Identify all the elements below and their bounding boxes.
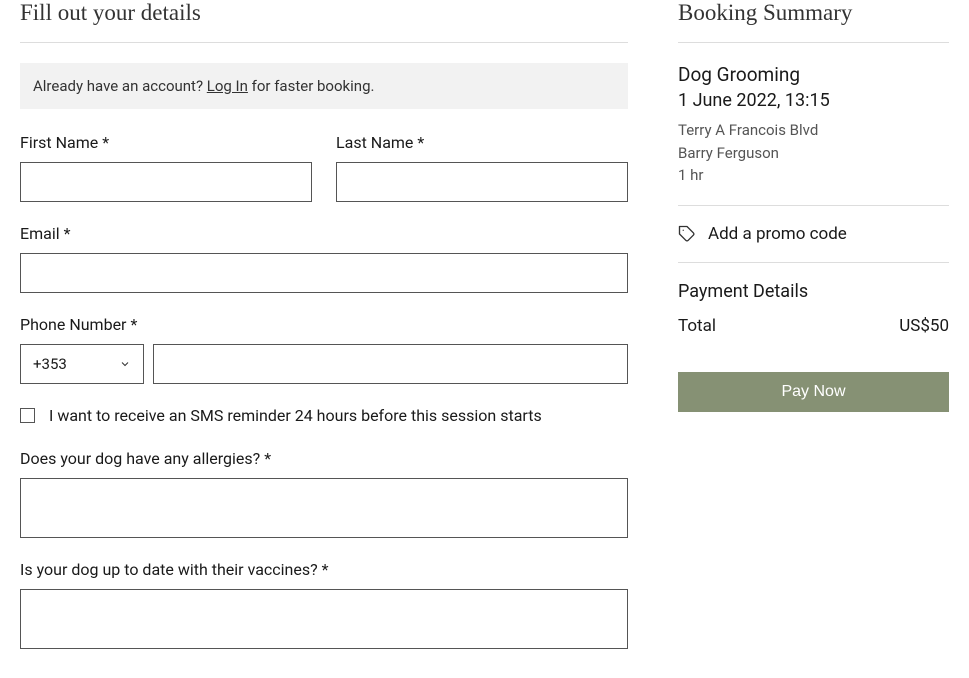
vaccines-input[interactable] xyxy=(20,589,628,649)
sms-reminder-label: I want to receive an SMS reminder 24 hou… xyxy=(49,406,542,425)
payment-details-title: Payment Details xyxy=(678,281,949,302)
first-name-label: First Name * xyxy=(20,133,312,152)
form-title: Fill out your details xyxy=(20,0,628,43)
login-banner: Already have an account? Log In for fast… xyxy=(20,63,628,109)
email-label: Email * xyxy=(20,224,628,243)
booking-location: Terry A Francois Blvd xyxy=(678,119,949,142)
phone-number-input[interactable] xyxy=(153,344,628,384)
login-prompt-text: Already have an account? xyxy=(33,77,207,95)
phone-code-value: +353 xyxy=(33,355,67,373)
phone-label: Phone Number * xyxy=(20,315,628,334)
booking-staff: Barry Ferguson xyxy=(678,142,949,165)
booking-datetime: 1 June 2022, 13:15 xyxy=(678,90,949,111)
allergies-label: Does your dog have any allergies? * xyxy=(20,449,628,468)
email-input[interactable] xyxy=(20,253,628,293)
login-link[interactable]: Log In xyxy=(207,77,248,95)
allergies-input[interactable] xyxy=(20,478,628,538)
last-name-input[interactable] xyxy=(336,162,628,202)
phone-code-select[interactable]: +353 xyxy=(20,344,144,384)
total-amount: US$50 xyxy=(899,316,949,336)
chevron-down-icon xyxy=(119,358,131,370)
login-suffix-text: for faster booking. xyxy=(248,77,375,95)
pay-now-button[interactable]: Pay Now xyxy=(678,372,949,412)
sms-reminder-checkbox[interactable] xyxy=(20,408,35,423)
booking-duration: 1 hr xyxy=(678,164,949,187)
booking-service: Dog Grooming xyxy=(678,63,949,86)
summary-title: Booking Summary xyxy=(678,0,949,43)
total-label: Total xyxy=(678,316,716,336)
promo-code-link[interactable]: Add a promo code xyxy=(678,224,949,244)
promo-code-label: Add a promo code xyxy=(708,224,847,244)
vaccines-label: Is your dog up to date with their vaccin… xyxy=(20,560,628,579)
tag-icon xyxy=(678,225,696,243)
last-name-label: Last Name * xyxy=(336,133,628,152)
first-name-input[interactable] xyxy=(20,162,312,202)
